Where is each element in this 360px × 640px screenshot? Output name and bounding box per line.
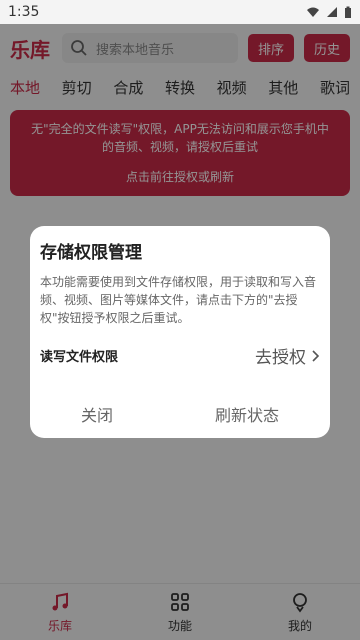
dialog-buttons: 关闭 刷新状态 <box>30 402 330 426</box>
refresh-status-button[interactable]: 刷新状态 <box>215 402 279 426</box>
storage-permission-dialog: 存储权限管理 本功能需要使用到文件存储权限，用于读取和写入音频、视频、图片等媒体… <box>30 226 330 438</box>
close-button[interactable]: 关闭 <box>81 402 113 426</box>
cellular-icon <box>327 7 337 17</box>
dialog-message: 本功能需要使用到文件存储权限，用于读取和写入音频、视频、图片等媒体文件，请点击下… <box>40 275 317 325</box>
status-time: 1:35 <box>8 4 40 20</box>
permission-label: 读写文件权限 <box>40 350 119 365</box>
grant-permission-link[interactable]: 去授权 <box>255 343 306 368</box>
permission-row[interactable]: 读写文件权限 去授权 <box>40 343 320 368</box>
battery-icon <box>345 6 351 18</box>
permission-action[interactable]: 去授权 <box>255 343 320 368</box>
chevron-right-icon <box>312 349 320 362</box>
dialog-title: 存储权限管理 <box>40 243 142 263</box>
wifi-icon <box>307 7 319 17</box>
status-bar: 1:35 <box>0 0 360 24</box>
status-icons <box>306 6 352 19</box>
